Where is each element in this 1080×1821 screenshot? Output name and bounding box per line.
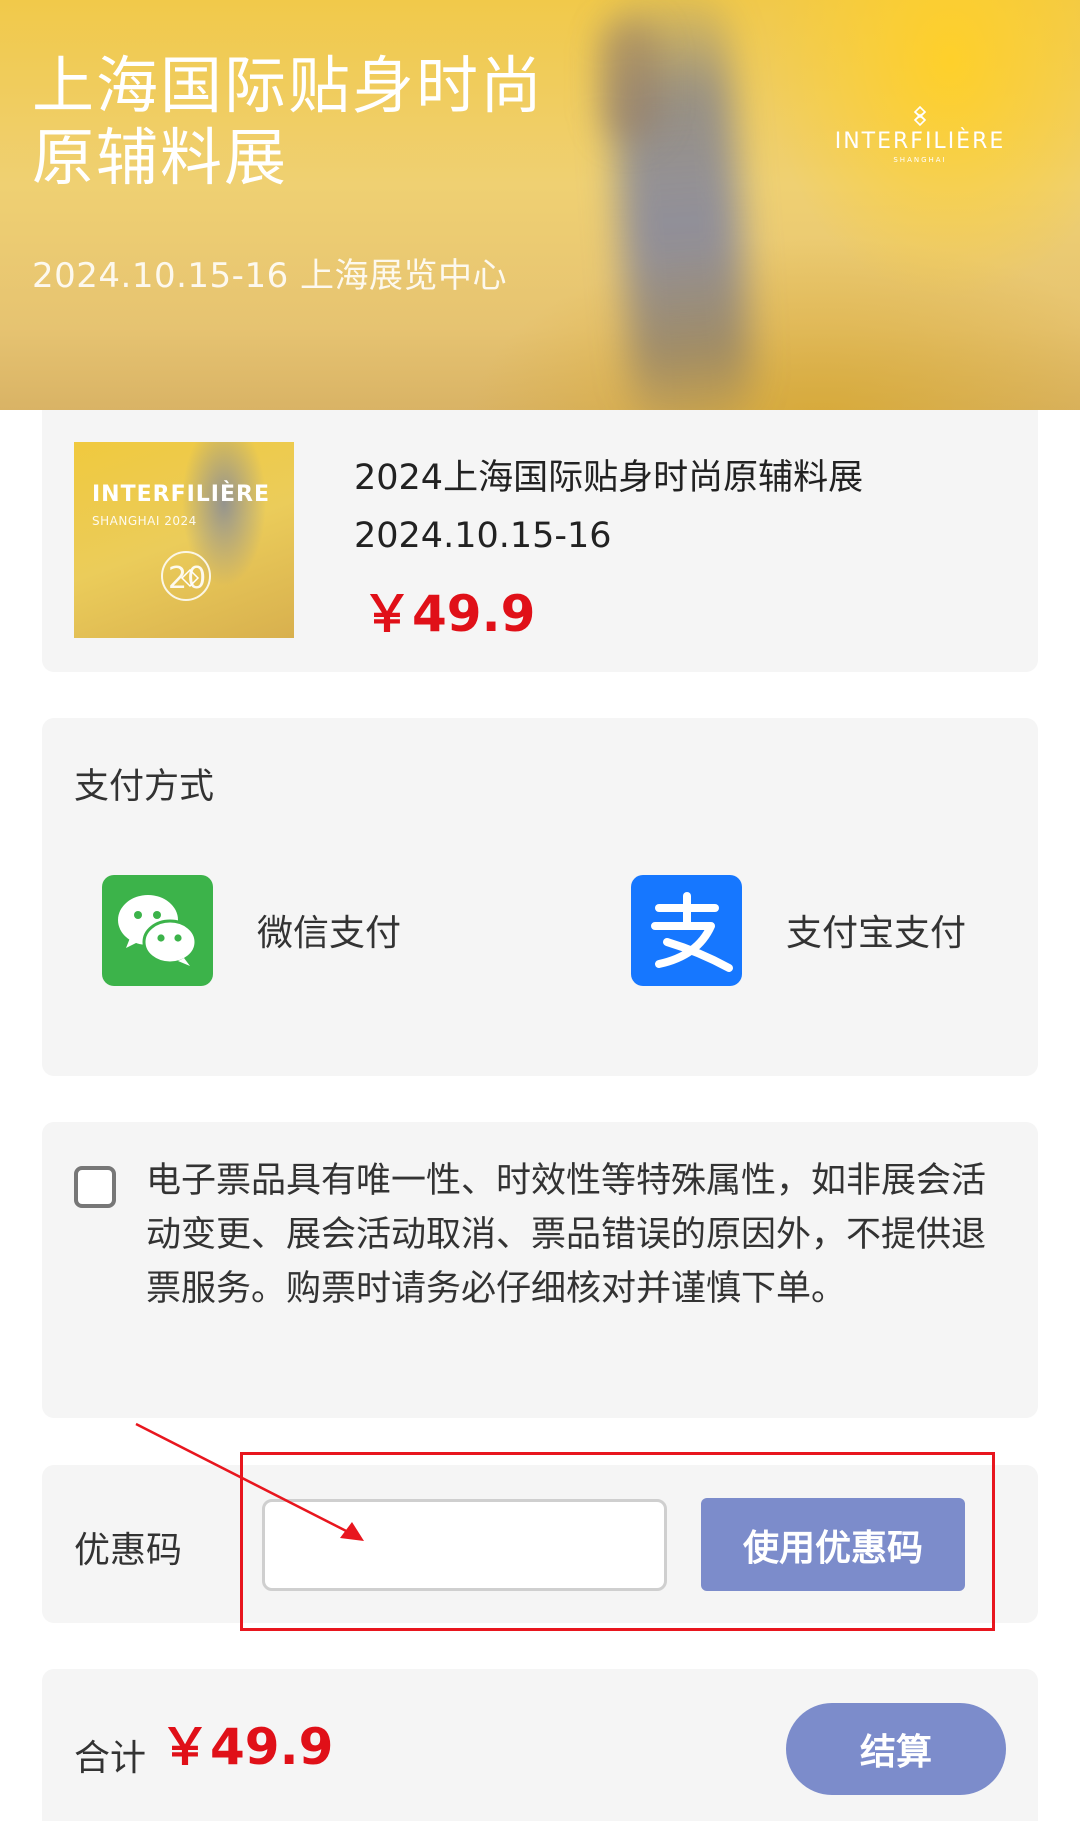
total-card: 合计 ￥49.9 结算 xyxy=(42,1669,1038,1821)
alipay-option[interactable]: 支付宝支付 xyxy=(631,874,966,986)
payment-method-card: 支付方式 微信支付 支付宝支付 xyxy=(42,718,1038,1076)
total-price: ￥49.9 xyxy=(160,1718,334,1776)
wechat-pay-option[interactable]: 微信支付 xyxy=(102,874,401,986)
anniversary-number: 20 xyxy=(168,561,206,596)
coupon-card: 优惠码 使用优惠码 xyxy=(42,1465,1038,1623)
product-name: 2024上海国际贴身时尚原辅料展 xyxy=(354,458,864,498)
terms-card: 电子票品具有唯一性、时效性等特殊属性，如非展会活动变更、展会活动取消、票品错误的… xyxy=(42,1122,1038,1418)
total-label: 合计 xyxy=(74,1738,147,1779)
brand-mark-icon xyxy=(913,105,927,127)
wechat-icon xyxy=(102,874,213,986)
banner-title: 上海国际贴身时尚原辅料展 xyxy=(32,49,545,194)
event-banner: 上海国际贴身时尚原辅料展 2024.10.15-16 上海展览中心 INTERF… xyxy=(0,0,1080,410)
brand-logo: INTERFILIÈRE SHANGHAI xyxy=(810,105,1030,164)
terms-checkbox[interactable] xyxy=(74,1166,116,1208)
coupon-input[interactable] xyxy=(262,1499,667,1591)
brand-name: INTERFILIÈRE xyxy=(834,129,1006,154)
wechat-pay-label: 微信支付 xyxy=(257,913,402,954)
banner-subtitle: 2024.10.15-16 上海展览中心 xyxy=(32,256,508,296)
product-card: INTERFILIÈRE SHANGHAI 2024 20 2024上海国际贴身… xyxy=(42,410,1038,672)
coupon-label: 优惠码 xyxy=(74,1530,183,1571)
terms-text: 电子票品具有唯一性、时效性等特殊属性，如非展会活动变更、展会活动取消、票品错误的… xyxy=(146,1161,987,1309)
product-date: 2024.10.15-16 xyxy=(354,516,612,556)
apply-coupon-button[interactable]: 使用优惠码 xyxy=(701,1498,965,1591)
anniversary-logo-icon: 20 xyxy=(161,551,211,601)
product-price: ￥49.9 xyxy=(362,585,536,643)
product-thumbnail: INTERFILIÈRE SHANGHAI 2024 20 xyxy=(74,442,294,638)
brand-city: SHANGHAI xyxy=(893,156,947,164)
alipay-icon xyxy=(631,874,742,986)
alipay-label: 支付宝支付 xyxy=(786,913,967,954)
thumb-edition: SHANGHAI 2024 xyxy=(92,514,197,528)
thumb-brand: INTERFILIÈRE xyxy=(92,482,270,507)
payment-method-title: 支付方式 xyxy=(74,767,215,807)
checkout-page: 上海国际贴身时尚原辅料展 2024.10.15-16 上海展览中心 INTERF… xyxy=(0,0,1080,1821)
checkout-button[interactable]: 结算 xyxy=(786,1703,1006,1795)
